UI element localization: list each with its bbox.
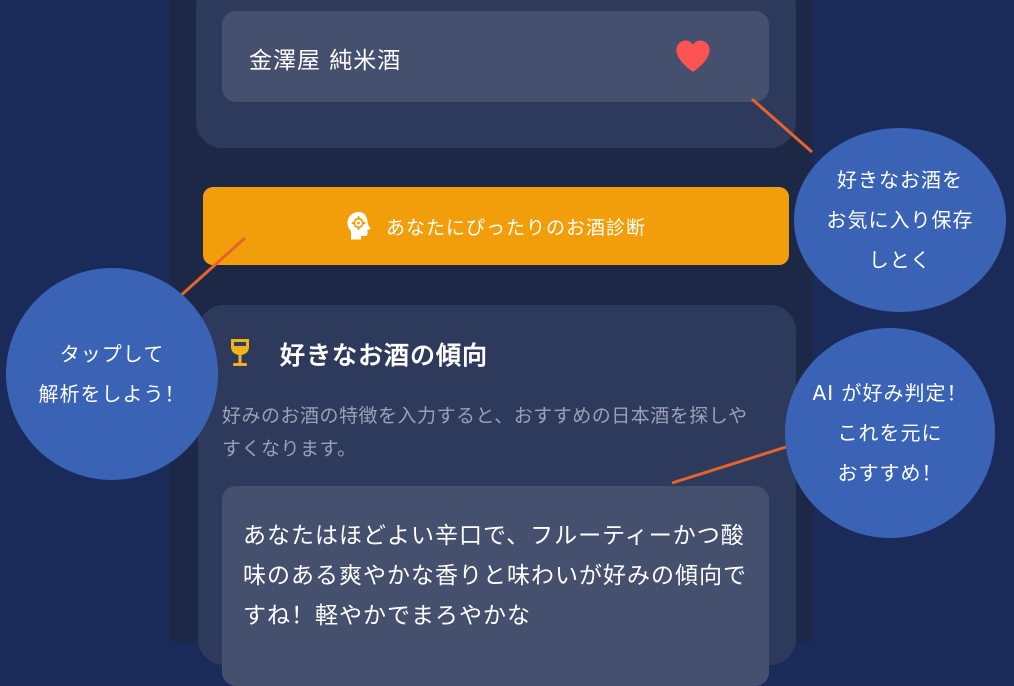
tap-callout-line-1: タップして — [59, 342, 165, 366]
favorite-item-name: 金澤屋 純米酒 — [249, 48, 402, 74]
ai-callout: AI が好み判定！ これを元に おすすめ！ — [785, 328, 995, 538]
favorite-item[interactable]: 金澤屋 純米酒 — [222, 11, 769, 102]
favorite-callout-line-1: 好きなお酒を — [837, 168, 963, 192]
brain-gear-icon — [347, 212, 371, 240]
ai-callout-line-1: AI が好み判定！ — [812, 381, 968, 405]
tap-callout-line-2: 解析をしよう！ — [38, 382, 186, 406]
ai-callout-line-3: おすすめ！ — [837, 461, 943, 485]
ai-result-box: あなたはほどよい辛口で、フルーティーかつ酸味のある爽やかな香りと味わいが好みの傾… — [222, 486, 769, 686]
ai-result-text: あなたはほどよい辛口で、フルーティーかつ酸味のある爽やかな香りと味わいが好みの傾… — [243, 523, 747, 629]
favorite-callout-line-2: お気に入り保存 — [826, 208, 974, 232]
heart-icon[interactable] — [674, 38, 712, 74]
favorite-callout-line-3: しとく — [868, 248, 932, 272]
diagnosis-button[interactable]: あなたにぴったりのお酒診断 — [203, 187, 789, 265]
tap-callout: タップして 解析をしよう！ — [6, 268, 218, 480]
diagnosis-button-label: あなたにぴったりのお酒診断 — [385, 216, 646, 239]
trend-description: 好みのお酒の特徴を入力すると、おすすめの日本酒を探しやすくなります。 — [222, 405, 748, 460]
wine-glass-icon — [231, 339, 249, 366]
favorite-callout: 好きなお酒を お気に入り保存 しとく — [794, 128, 1006, 312]
trend-title: 好きなお酒の傾向 — [280, 341, 489, 370]
ai-callout-line-2: これを元に — [837, 421, 943, 445]
